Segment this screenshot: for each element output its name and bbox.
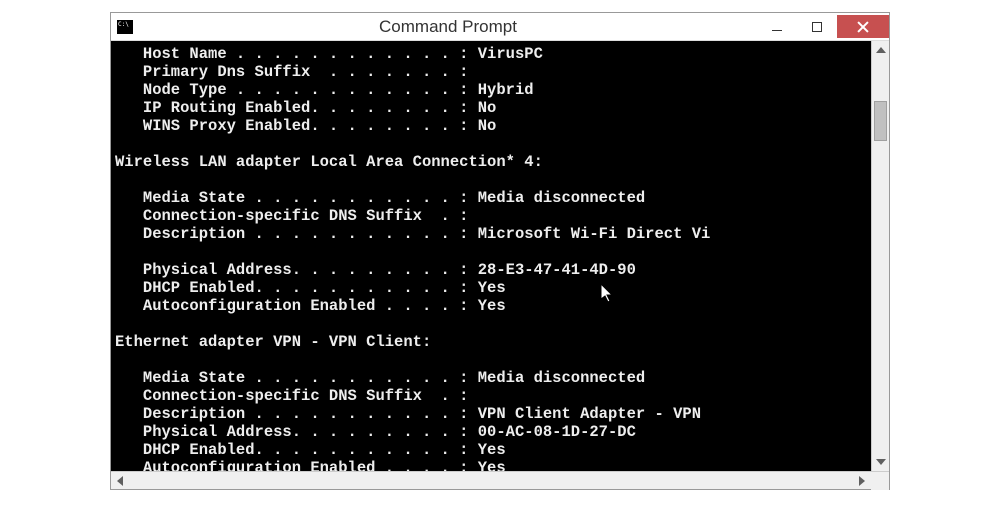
vertical-scrollbar[interactable]: [871, 41, 889, 471]
window-body: Host Name . . . . . . . . . . . . : Viru…: [111, 41, 889, 489]
vertical-scroll-thumb[interactable]: [874, 101, 887, 141]
close-icon: [857, 21, 869, 33]
scroll-down-button[interactable]: [872, 453, 889, 471]
minimize-icon: [772, 30, 782, 31]
titlebar[interactable]: Command Prompt: [111, 13, 889, 41]
window-title: Command Prompt: [139, 17, 757, 37]
maximize-icon: [812, 22, 822, 32]
vertical-scroll-track[interactable]: [872, 59, 889, 453]
console-output[interactable]: Host Name . . . . . . . . . . . . : Viru…: [111, 41, 889, 471]
console-wrap: Host Name . . . . . . . . . . . . : Viru…: [111, 41, 889, 471]
chevron-down-icon: [876, 459, 886, 465]
chevron-right-icon: [859, 476, 865, 486]
scroll-corner: [871, 472, 889, 490]
horizontal-scrollbar[interactable]: [111, 471, 889, 489]
scroll-left-button[interactable]: [111, 472, 129, 490]
close-button[interactable]: [837, 15, 889, 38]
app-icon: [117, 20, 133, 34]
maximize-button[interactable]: [797, 15, 837, 38]
scroll-right-button[interactable]: [853, 472, 871, 490]
chevron-left-icon: [117, 476, 123, 486]
window-controls: [757, 13, 889, 40]
minimize-button[interactable]: [757, 15, 797, 38]
horizontal-scroll-track[interactable]: [129, 472, 853, 489]
chevron-up-icon: [876, 47, 886, 53]
command-prompt-window: Command Prompt Host Name . . . . . . . .…: [110, 12, 890, 490]
scroll-up-button[interactable]: [872, 41, 889, 59]
